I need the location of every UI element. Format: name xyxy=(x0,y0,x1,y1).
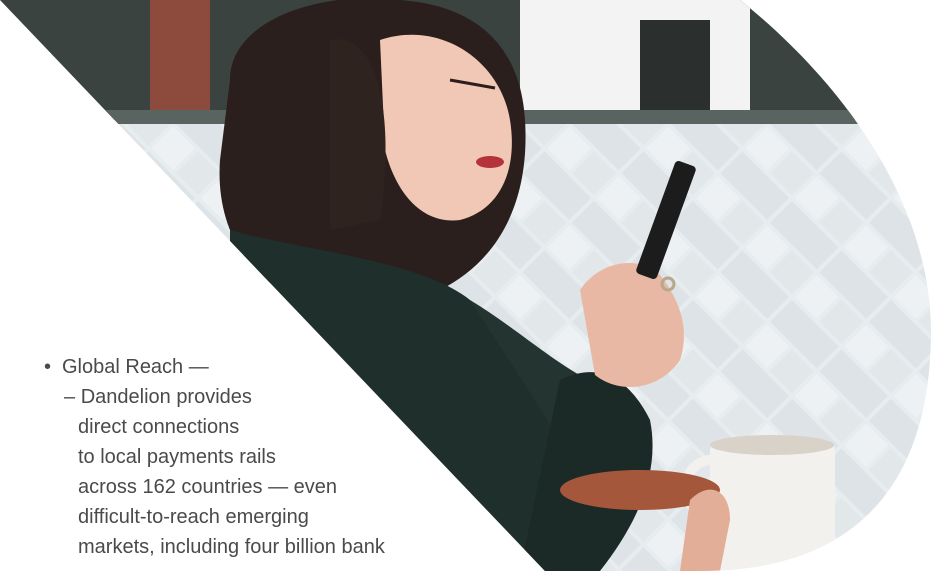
sub-bullet: – Dandelion provides direct connections … xyxy=(44,382,385,562)
sub-bullet-line-1: – Dandelion provides xyxy=(64,386,252,408)
bullet-item: • Global Reach — xyxy=(44,352,385,382)
bullet-heading: Global Reach — xyxy=(62,356,209,378)
bullet-marker: • xyxy=(44,356,52,378)
sub-bullet-line-5: difficult-to-reach emerging xyxy=(78,506,309,528)
sub-bullet-marker: – xyxy=(64,386,76,408)
sub-bullet-line-2: direct connections xyxy=(78,416,240,438)
sub-bullet-line-6: markets, including four billion bank xyxy=(78,536,385,558)
sub-bullet-line-3: to local payments rails xyxy=(78,446,276,468)
bullet-list: • Global Reach — – Dandelion provides dir… xyxy=(44,352,385,562)
sub-bullet-line-4: across 162 countries — even xyxy=(78,476,338,498)
